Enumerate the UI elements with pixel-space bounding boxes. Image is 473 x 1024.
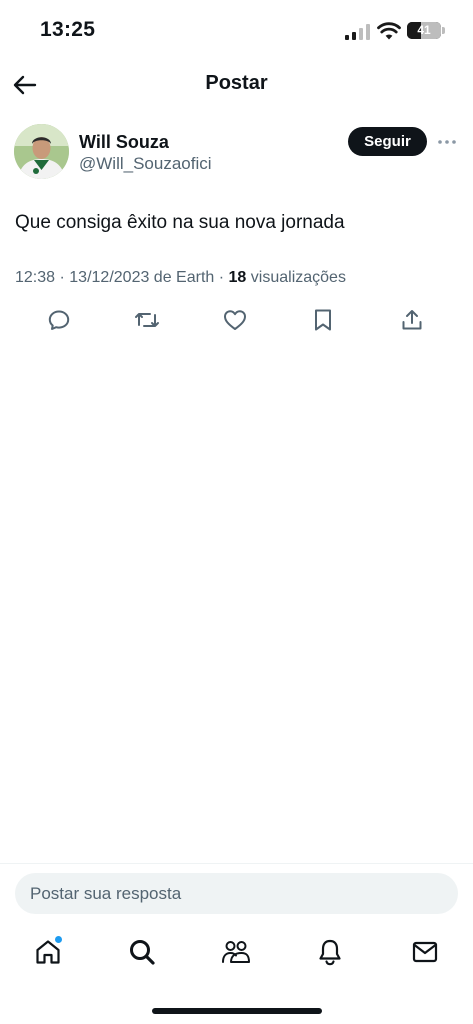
messages-icon	[412, 941, 438, 963]
post-text: Que consiga êxito na sua nova jornada	[15, 212, 345, 233]
bottom-tab-bar	[0, 928, 473, 978]
home-indicator	[152, 1008, 322, 1014]
views-label[interactable]: visualizações	[251, 269, 346, 286]
tab-messages[interactable]	[409, 936, 441, 968]
cellular-signal-icon	[345, 24, 370, 40]
notification-dot	[55, 936, 62, 943]
reply-button[interactable]	[45, 306, 73, 334]
status-time: 13:25	[40, 18, 96, 41]
more-options-button[interactable]	[437, 132, 457, 152]
notifications-icon	[319, 939, 341, 966]
communities-icon	[222, 941, 250, 963]
reply-icon	[48, 310, 70, 330]
battery-level-text: 41	[417, 23, 431, 37]
views-count[interactable]: 18	[229, 269, 247, 286]
profile-photo	[14, 124, 69, 179]
search-icon	[130, 940, 155, 965]
more-horizontal-icon	[438, 140, 456, 144]
repost-button[interactable]	[133, 306, 161, 334]
top-navigation: Postar	[0, 62, 473, 106]
author-handle[interactable]: @Will_Souzaofici	[79, 154, 212, 174]
reply-bar	[0, 863, 473, 927]
like-icon	[224, 310, 246, 330]
share-button[interactable]	[398, 306, 426, 334]
author-name[interactable]: Will Souza	[79, 132, 169, 153]
bookmark-icon	[315, 309, 331, 331]
meta-separator: ·	[218, 269, 225, 286]
tab-search[interactable]	[126, 936, 158, 968]
post-time[interactable]: 12:38	[15, 269, 55, 286]
status-bar: 13:25 41	[0, 0, 473, 62]
tab-communities[interactable]	[220, 936, 252, 968]
follow-button[interactable]: Seguir	[348, 127, 427, 156]
page-title: Postar	[205, 72, 268, 94]
repost-icon	[135, 313, 159, 327]
tab-home[interactable]	[32, 936, 64, 968]
like-button[interactable]	[221, 306, 249, 334]
bookmark-button[interactable]	[309, 306, 337, 334]
avatar[interactable]	[14, 124, 69, 179]
reply-input[interactable]	[15, 873, 458, 914]
share-icon	[402, 310, 422, 330]
tab-notifications[interactable]	[314, 936, 346, 968]
meta-separator: ·	[59, 269, 65, 286]
post-actions	[0, 306, 473, 336]
post-metadata: 12:38 · 13/12/2023 de Earth · 18 visuali…	[15, 269, 346, 287]
wifi-icon	[377, 22, 401, 40]
battery-icon: 41	[407, 22, 441, 39]
post-date[interactable]: 13/12/2023 de Earth	[69, 269, 214, 286]
battery-cap	[442, 27, 445, 34]
